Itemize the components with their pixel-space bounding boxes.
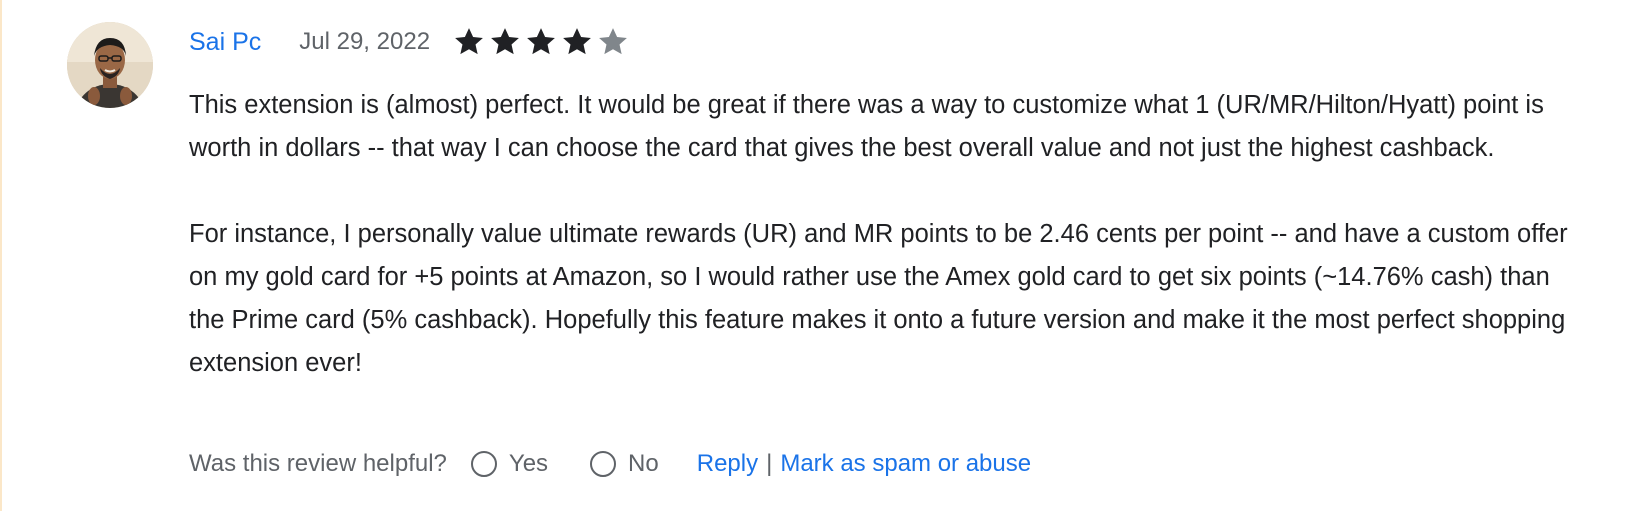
star-icon: [527, 28, 555, 55]
reply-link[interactable]: Reply: [697, 450, 758, 478]
link-separator: |: [766, 450, 773, 477]
avatar[interactable]: [67, 22, 153, 108]
review-footer: Was this review helpful? Yes No Reply | …: [189, 442, 1031, 486]
mark-spam-link[interactable]: Mark as spam or abuse: [780, 450, 1031, 478]
review-paragraph: This extension is (almost) perfect. It w…: [189, 91, 1544, 162]
star-empty-icon: [599, 28, 627, 55]
helpful-no-label: No: [628, 450, 659, 477]
star-icon: [491, 28, 519, 55]
author-name-link[interactable]: Sai Pc: [189, 28, 261, 57]
review-paragraph: For instance, I personally value ultimat…: [189, 220, 1568, 377]
helpful-yes-radio[interactable]: Yes: [470, 450, 549, 478]
star-rating: [452, 25, 630, 59]
radio-circle-icon[interactable]: [590, 451, 617, 477]
radio-circle-icon[interactable]: [470, 451, 497, 477]
helpful-prompt: Was this review helpful?: [189, 450, 447, 477]
review-date: Jul 29, 2022: [299, 28, 431, 55]
review-header: Sai Pc Jul 29, 2022: [189, 22, 630, 62]
review-text: This extension is (almost) perfect. It w…: [189, 84, 1589, 385]
avatar-image: [67, 22, 153, 108]
star-icon: [563, 28, 591, 55]
star-icon: [455, 28, 483, 55]
helpful-no-radio[interactable]: No: [590, 450, 659, 478]
helpful-yes-label: Yes: [508, 450, 549, 477]
review-card: Sai Pc Jul 29, 2022 This extension is (a…: [0, 0, 1631, 511]
